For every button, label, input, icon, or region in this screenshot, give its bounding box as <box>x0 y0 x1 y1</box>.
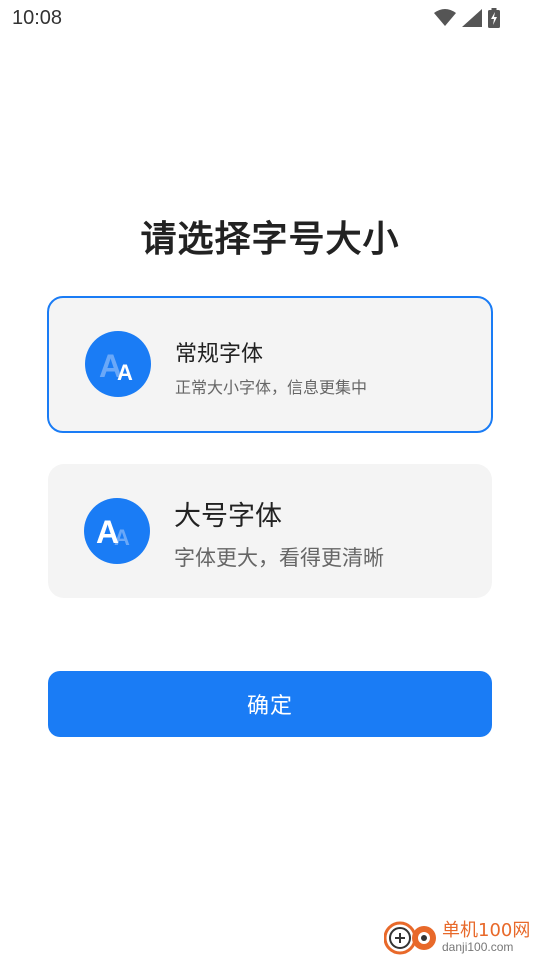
watermark: 单机100网 danji100.com <box>383 914 536 960</box>
svg-text:A: A <box>117 360 133 385</box>
watermark-name: 单机100网 <box>442 920 531 941</box>
status-bar: 10:08 <box>0 0 540 36</box>
wifi-icon <box>434 9 456 27</box>
confirm-button[interactable]: 确定 <box>48 671 492 737</box>
page-title: 请选择字号大小 <box>140 219 400 260</box>
option-title: 大号字体 <box>174 501 282 532</box>
option-card-normal-font[interactable]: A A 常规字体 正常大小字体，信息更集中 <box>47 296 493 433</box>
font-size-normal-icon: A A <box>85 331 151 397</box>
option-description: 字体更大，看得更清晰 <box>174 546 384 570</box>
status-time: 10:08 <box>12 7 63 29</box>
option-card-large-font[interactable]: A A 大号字体 字体更大，看得更清晰 <box>48 464 492 598</box>
status-icons <box>434 8 500 28</box>
watermark-logo-icon <box>383 920 440 960</box>
watermark-domain: danji100.com <box>442 940 514 954</box>
option-description: 正常大小字体，信息更集中 <box>175 378 368 397</box>
option-title: 常规字体 <box>175 342 264 367</box>
battery-charging-icon <box>488 8 500 28</box>
signal-icon <box>462 9 482 27</box>
font-size-large-icon: A A <box>84 498 150 564</box>
svg-text:A: A <box>96 514 119 550</box>
